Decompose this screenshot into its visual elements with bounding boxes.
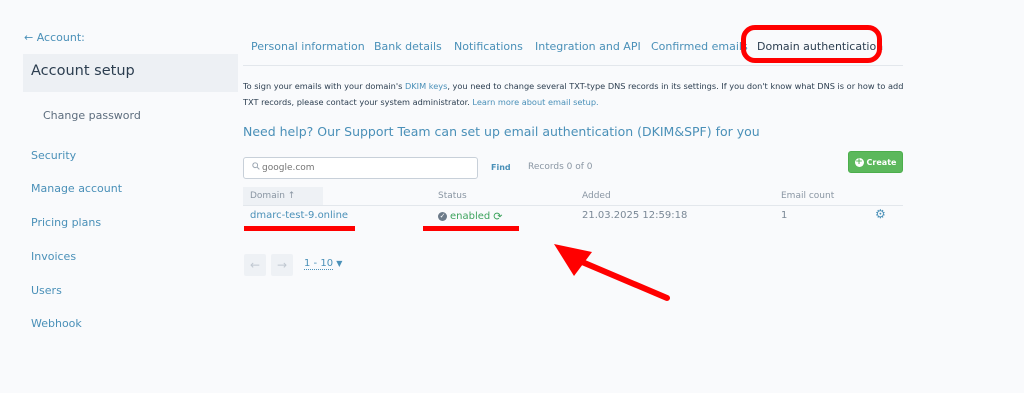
info-text-before: To sign your emails with your domain's [243,81,405,91]
column-header-domain[interactable]: Domain ↑ [250,191,295,201]
check-circle-icon: ✓ [438,212,447,221]
gear-icon[interactable]: ⚙ [875,208,886,220]
create-label: Create [866,157,897,167]
search-input[interactable] [262,160,472,176]
back-to-account-link[interactable]: ← Account: [24,31,85,44]
records-count: Records 0 of 0 [528,162,593,172]
sidebar-item-pricing-plans[interactable]: Pricing plans [31,216,101,229]
domain-link[interactable]: dmarc-test-9.online [250,210,348,221]
page-range: 1 - 10 [304,258,334,270]
tab-bank-details[interactable]: Bank details [374,40,442,53]
find-button[interactable]: Find [491,163,511,172]
status-cell: ✓ enabled ⟳ [438,210,502,223]
annotation-underline-status [423,226,519,231]
support-help-link[interactable]: Need help? Our Support Team can set up e… [243,124,760,139]
caret-down-icon: ▼ [336,259,343,268]
table-header-divider [243,205,903,206]
tabs-divider [243,65,903,66]
arrow-right-icon[interactable]: → [271,254,293,276]
sidebar-title[interactable]: Account setup [31,63,135,79]
tab-confirmed-emails[interactable]: Confirmed emails [651,40,748,53]
column-header-added[interactable]: Added [582,191,611,201]
column-header-email-count[interactable]: Email count [781,191,834,201]
sidebar-item-security[interactable]: Security [31,149,76,162]
plus-circle-icon: + [854,156,864,167]
create-button[interactable]: + Create [848,151,903,173]
search-icon [252,162,260,170]
email-count: 1 [781,210,788,221]
sidebar-item-users[interactable]: Users [31,284,62,297]
tab-notifications[interactable]: Notifications [454,40,523,53]
annotation-highlight-box [741,25,882,63]
info-paragraph: To sign your emails with your domain's D… [243,79,908,110]
added-date: 21.03.2025 12:59:18 [582,210,688,221]
sidebar-item-change-password[interactable]: Change password [43,109,141,122]
sidebar-item-webhook[interactable]: Webhook [31,317,82,330]
tab-integration-api[interactable]: Integration and API [535,40,641,53]
column-header-status[interactable]: Status [438,191,467,201]
annotation-arrow [554,244,670,301]
sidebar-item-manage-account[interactable]: Manage account [31,182,122,195]
dkim-keys-link[interactable]: DKIM keys [405,81,447,91]
learn-more-link[interactable]: Learn more about email setup. [472,97,598,107]
refresh-icon[interactable]: ⟳ [493,210,502,223]
annotation-underline-domain [244,226,355,231]
status-text: enabled [450,211,491,222]
sidebar-item-invoices[interactable]: Invoices [31,250,76,263]
page-size-select[interactable]: 1 - 10 ▼ [304,258,343,270]
tab-personal-information[interactable]: Personal information [251,40,365,53]
arrow-left-icon[interactable]: ← [244,254,266,276]
